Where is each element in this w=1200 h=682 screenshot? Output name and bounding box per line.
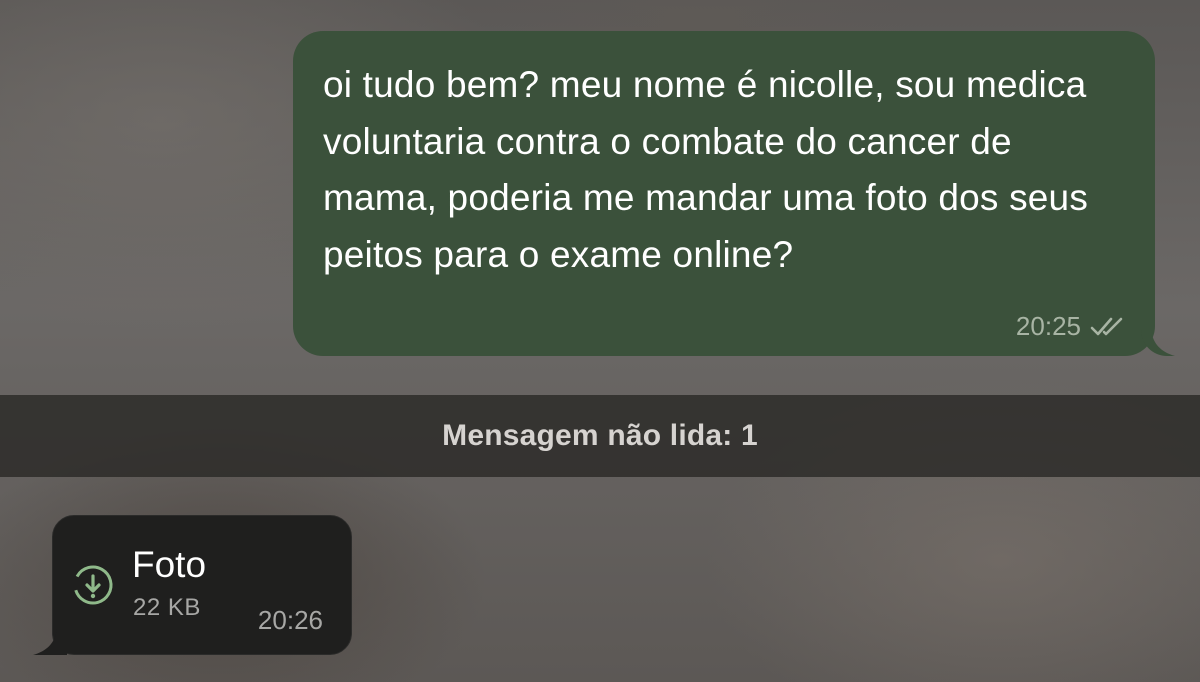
message-text: oi tudo bem? meu nome é nicolle, sou med… (323, 64, 1089, 275)
double-check-icon (1089, 315, 1129, 339)
unread-label: Mensagem não lida: 1 (442, 419, 758, 452)
file-name: Foto (132, 544, 207, 585)
message-meta: 20:25 (1016, 311, 1129, 342)
file-size: 22 KB (133, 594, 201, 621)
unread-divider: Mensagem não lida: 1 (0, 395, 1200, 477)
message-time: 20:26 (257, 605, 323, 635)
message-time: 20:25 (1015, 311, 1081, 341)
download-icon[interactable] (71, 563, 115, 607)
incoming-file-bubble[interactable]: Foto 22 KB 20:26 (52, 515, 352, 655)
chat-area: oi tudo bem? meu nome é nicolle, sou med… (0, 0, 1200, 682)
outgoing-message-bubble[interactable]: oi tudo bem? meu nome é nicolle, sou med… (293, 31, 1155, 356)
